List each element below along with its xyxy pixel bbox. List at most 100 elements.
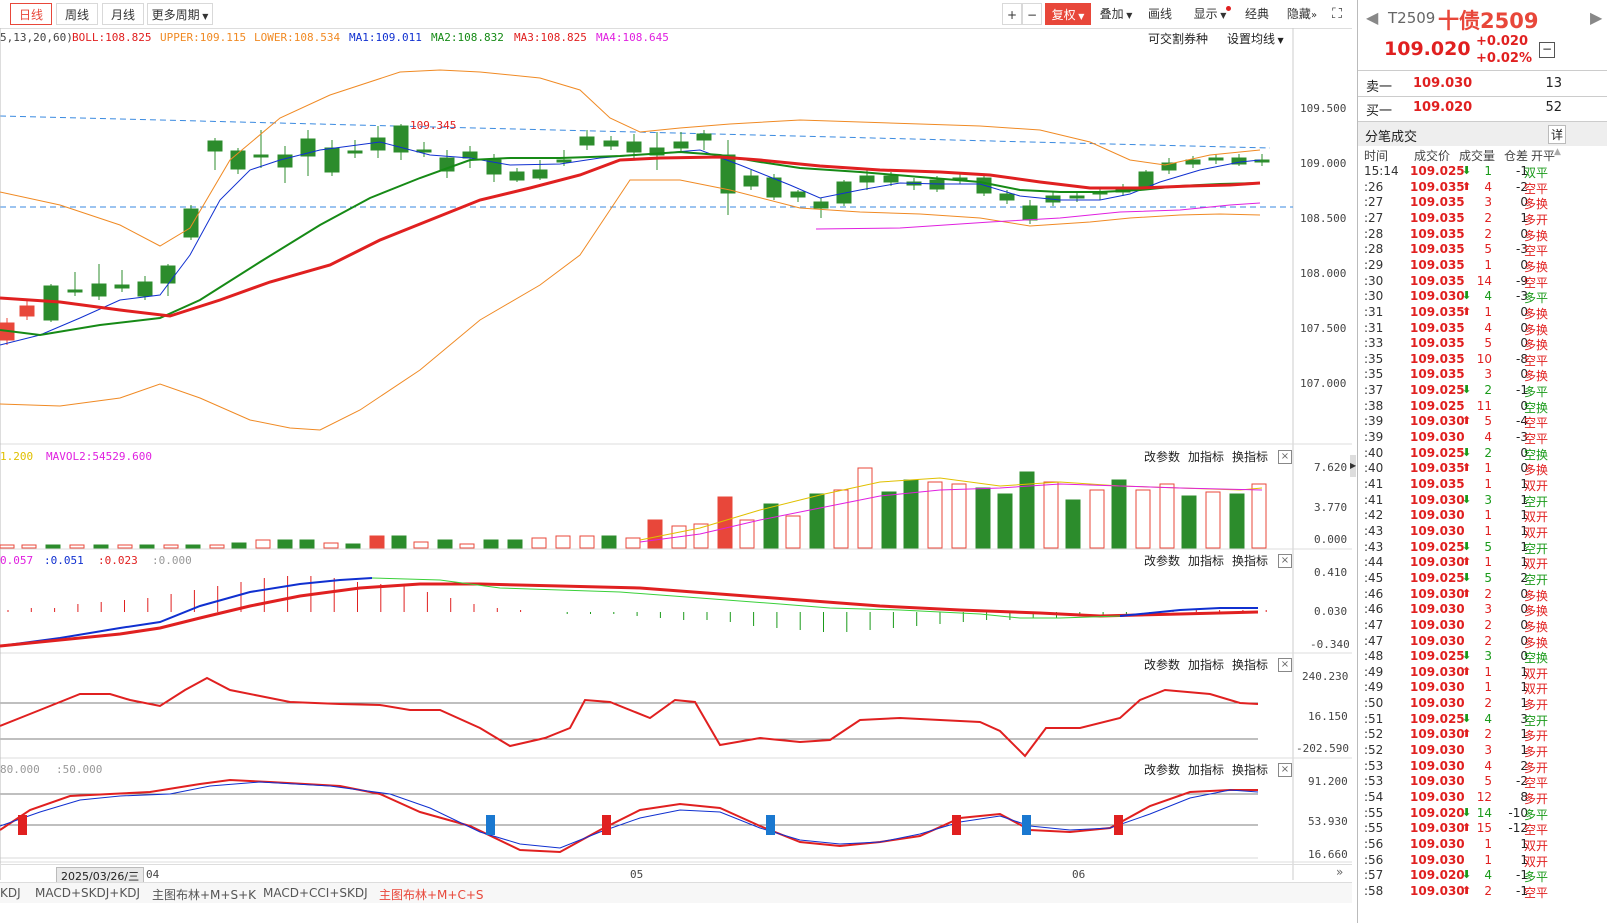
- detail-button[interactable]: 详: [1548, 125, 1567, 144]
- tick-price: 109.035: [1410, 351, 1465, 366]
- add-indicator-button[interactable]: 加指标: [1188, 656, 1224, 673]
- volume-bar: [345, 543, 361, 549]
- tick-row: :51 109.025 ⬇ 4 3 空开: [1364, 712, 1604, 728]
- tick-price: 109.025: [1410, 164, 1465, 178]
- candle-body: [19, 305, 35, 317]
- tick-time: :47: [1364, 617, 1384, 632]
- more-period-dropdown[interactable]: 更多周期 ▼: [147, 3, 213, 25]
- tab-boll-m-s-k[interactable]: 主图布林+M+S+K: [152, 886, 256, 903]
- tick-volume: 12: [1476, 790, 1492, 804]
- classic-button[interactable]: 经典: [1240, 3, 1274, 25]
- tick-open-close: 空平: [1524, 416, 1549, 431]
- tick-open-close: 多开: [1524, 760, 1549, 775]
- switch-indicator-button[interactable]: 换指标: [1232, 448, 1268, 465]
- tick-time: :46: [1364, 602, 1384, 617]
- tick-row: :56 109.030 1 1 双开: [1364, 837, 1604, 853]
- tick-open-close: 双开: [1524, 666, 1549, 681]
- change-params-button[interactable]: 改参数: [1144, 448, 1180, 465]
- macd-param-2: :0.051: [44, 554, 84, 567]
- add-indicator-button[interactable]: 加指标: [1188, 448, 1224, 465]
- kdj-cross-marker: [1022, 815, 1031, 835]
- tick-row: :31 109.035 ⬆ 1 0 多换: [1364, 305, 1604, 321]
- tick-volume: 3: [1484, 743, 1492, 758]
- arrow-down-icon: ⬇: [1462, 711, 1472, 725]
- volume-bar: [163, 544, 179, 549]
- fuquan-dropdown[interactable]: 复权 ▼: [1045, 3, 1091, 25]
- candle-body: [999, 193, 1015, 201]
- period-monthly-button[interactable]: 月线: [102, 3, 144, 25]
- tick-row: :49 109.030 ⬆ 1 1 双开: [1364, 665, 1604, 681]
- volume-bar: [299, 539, 315, 549]
- tick-price: 109.035: [1410, 179, 1465, 194]
- change-params-button[interactable]: 改参数: [1144, 761, 1180, 778]
- period-daily-button[interactable]: 日线: [10, 3, 52, 25]
- tick-time: :39: [1364, 414, 1384, 429]
- divider: [1358, 70, 1607, 71]
- candle-body: [324, 147, 340, 173]
- hide-button[interactable]: 隐藏»: [1282, 3, 1322, 25]
- volume-bar: [809, 493, 825, 549]
- overlay-dropdown[interactable]: 叠加 ▼: [1096, 3, 1136, 25]
- change-params-button[interactable]: 改参数: [1144, 552, 1180, 569]
- close-panel-icon[interactable]: ×: [1278, 554, 1292, 568]
- tick-time: :35: [1364, 351, 1384, 366]
- tab-macd-skdj-kdj[interactable]: MACD+SKDJ+KDJ: [35, 886, 140, 900]
- close-panel-icon[interactable]: ×: [1278, 658, 1292, 672]
- ma2-line: [0, 150, 1261, 337]
- ticks-header-bar: 分笔成交 详: [1358, 121, 1607, 146]
- tick-price: 109.030: [1410, 617, 1465, 632]
- close-panel-icon[interactable]: ×: [1278, 763, 1292, 777]
- tick-volume: 1: [1484, 523, 1492, 538]
- volume-bar: [277, 539, 293, 549]
- tick-time: :53: [1364, 774, 1384, 789]
- volume-bar: [625, 537, 641, 549]
- candle-body: [67, 289, 83, 293]
- price-change: +0.020: [1476, 34, 1529, 49]
- tab-kdj[interactable]: KDJ: [0, 886, 21, 900]
- next-contract-icon[interactable]: ▶: [1590, 8, 1602, 27]
- tick-time: :31: [1364, 304, 1384, 319]
- volume-bar: [1251, 483, 1267, 549]
- prev-contract-icon[interactable]: ◀: [1366, 8, 1378, 27]
- tick-open-close: 多换: [1524, 369, 1549, 384]
- ticks-list[interactable]: 15:14 109.025 ⬇ 1 -1 双平:26 109.035 ⬆ 4 -2 空平:27 109…: [1358, 164, 1607, 904]
- collapse-handle[interactable]: ▶: [1350, 455, 1356, 477]
- scroll-up-icon[interactable]: ▲: [1554, 147, 1561, 157]
- close-panel-icon[interactable]: ×: [1278, 450, 1292, 464]
- add-indicator-button[interactable]: 加指标: [1188, 552, 1224, 569]
- zoom-out-button[interactable]: −: [1022, 3, 1042, 25]
- switch-indicator-button[interactable]: 换指标: [1232, 656, 1268, 673]
- chevron-down-icon: ▼: [1217, 11, 1227, 20]
- switch-indicator-button[interactable]: 换指标: [1232, 761, 1268, 778]
- candle-body: [1208, 157, 1224, 161]
- tick-row: :40 109.025 ⬇ 2 0 空换: [1364, 446, 1604, 462]
- tick-row: :28 109.035 2 0 多换: [1364, 227, 1604, 243]
- candle-body: [532, 169, 548, 179]
- candle-body: [743, 175, 759, 187]
- fullscreen-icon[interactable]: ⛶: [1328, 3, 1346, 25]
- volume-bar: [231, 542, 247, 549]
- zoom-in-button[interactable]: +: [1002, 3, 1022, 25]
- tick-row: :49 109.030 1 1 双开: [1364, 680, 1604, 696]
- tick-time: :40: [1364, 445, 1384, 460]
- collapse-quote-icon[interactable]: −: [1539, 42, 1555, 58]
- scroll-right-icon[interactable]: »: [1336, 865, 1343, 879]
- tick-open-close: 多换: [1524, 619, 1549, 634]
- draw-line-button[interactable]: 画线: [1143, 3, 1177, 25]
- tick-open-close: 多换: [1524, 228, 1549, 243]
- change-params-button[interactable]: 改参数: [1144, 656, 1180, 673]
- macd-axis-label: -0.340: [1310, 638, 1350, 651]
- display-dropdown[interactable]: 显示 ▼: [1187, 3, 1233, 25]
- tick-volume: 4: [1484, 179, 1492, 194]
- tab-boll-m-c-s[interactable]: 主图布林+M+C+S: [379, 886, 484, 903]
- tick-time: :41: [1364, 492, 1384, 507]
- period-weekly-button[interactable]: 周线: [56, 3, 98, 25]
- tick-open-close: 多换: [1524, 635, 1549, 650]
- tab-macd-cci-skdj[interactable]: MACD+CCI+SKDJ: [263, 886, 368, 900]
- tick-price: 109.030: [1410, 664, 1465, 679]
- switch-indicator-button[interactable]: 换指标: [1232, 552, 1268, 569]
- arrow-up-icon: ⬆: [1462, 586, 1472, 600]
- add-indicator-button[interactable]: 加指标: [1188, 761, 1224, 778]
- kdj-axis-label: 53.930: [1308, 815, 1348, 828]
- tick-row: :37 109.025 ⬇ 2 -1 多平: [1364, 383, 1604, 399]
